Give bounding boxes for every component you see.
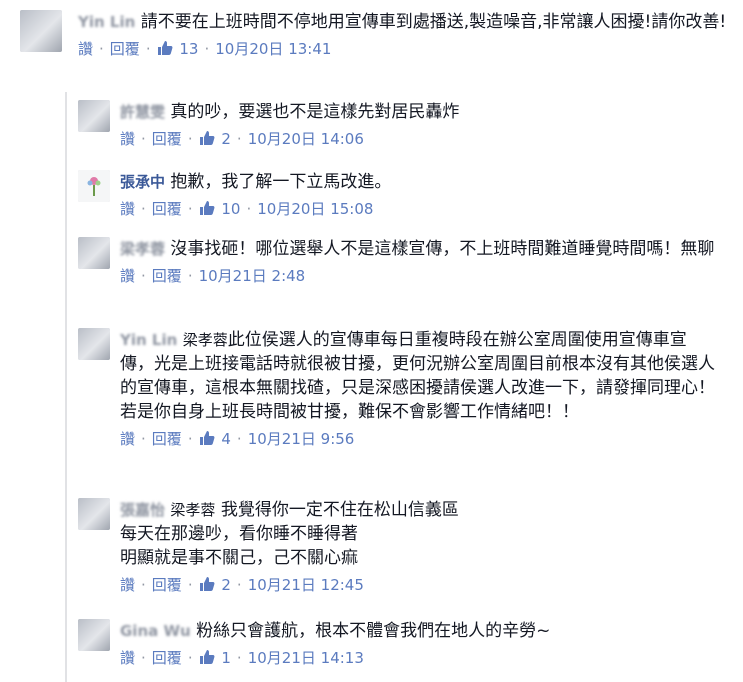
comment-actions: 讚 · 回覆 · 2 · 10月21日 12:45 xyxy=(120,574,364,595)
comment-thread: Yin Lin 請不要在上班時間不停地用宣傳車到處播送,製造噪音,非常讓人困擾!… xyxy=(0,0,743,682)
timestamp[interactable]: 10月20日 15:08 xyxy=(257,198,373,219)
comment-text-line: 明顯就是事不關己，己不關心痲 xyxy=(120,548,358,568)
comment-actions: 讚 · 回覆 · 13 · 10月20日 13:41 xyxy=(78,38,332,59)
like-button[interactable]: 讚 xyxy=(120,265,135,286)
thumbs-up-icon xyxy=(199,576,215,591)
comment-actions: 讚 · 回覆 · 10 · 10月20日 15:08 xyxy=(120,198,374,219)
reply-thread-line xyxy=(65,92,67,682)
avatar[interactable] xyxy=(20,10,62,52)
thumbs-up-icon xyxy=(199,649,215,664)
commenter-name[interactable]: 梁孝蓉 xyxy=(120,237,165,261)
comment-text: 抱歉，我了解一下立馬改進。 xyxy=(170,172,392,192)
reply-button[interactable]: 回覆 xyxy=(152,647,182,668)
like-count[interactable]: 2 xyxy=(199,576,231,594)
reply-button[interactable]: 回覆 xyxy=(152,428,182,449)
thumbs-up-icon xyxy=(199,130,215,145)
like-button[interactable]: 讚 xyxy=(120,198,135,219)
comment-actions: 讚 · 回覆 · 4 · 10月21日 9:56 xyxy=(120,428,355,449)
comment-actions: 讚 · 回覆 · 2 · 10月20日 14:06 xyxy=(120,128,364,149)
comment-text-line: 每天在那邊吵，看你睡不睡得著 xyxy=(120,524,358,544)
thumbs-up-icon xyxy=(157,40,173,55)
avatar[interactable] xyxy=(78,237,110,269)
commenter-name[interactable]: Gina Wu xyxy=(120,619,191,643)
avatar[interactable] xyxy=(78,100,110,132)
flower-icon xyxy=(87,177,101,196)
like-count[interactable]: 10 xyxy=(199,200,240,218)
reply-button[interactable]: 回覆 xyxy=(152,128,182,149)
like-count[interactable]: 2 xyxy=(199,130,231,148)
commenter-name[interactable]: Yin Lin xyxy=(120,328,177,352)
comment-text: 粉絲只會護航，根本不體會我們在地人的辛勞~ xyxy=(196,621,551,641)
avatar[interactable] xyxy=(78,328,110,360)
like-count[interactable]: 4 xyxy=(199,430,231,448)
comment-text: 請不要在上班時間不停地用宣傳車到處播送,製造噪音,非常讓人困擾!請你改善! xyxy=(140,12,727,32)
reply-button[interactable]: 回覆 xyxy=(152,574,182,595)
thumbs-up-icon xyxy=(199,200,215,215)
avatar[interactable] xyxy=(78,498,110,530)
reply-button[interactable]: 回覆 xyxy=(152,265,182,286)
timestamp[interactable]: 10月21日 2:48 xyxy=(199,265,306,286)
mention-link[interactable]: 梁孝蓉 xyxy=(183,328,228,352)
commenter-name[interactable]: 張嘉怡 xyxy=(120,498,165,522)
timestamp[interactable]: 10月21日 14:13 xyxy=(248,647,364,668)
comment-text: 沒事找砸！哪位選舉人不是這樣宣傳，不上班時間難道睡覺時間嗎！無聊 xyxy=(170,239,715,259)
comment-actions: 讚 · 回覆 · 10月21日 2:48 xyxy=(120,265,306,286)
avatar[interactable] xyxy=(78,619,110,651)
timestamp[interactable]: 10月21日 9:56 xyxy=(248,428,355,449)
thumbs-up-icon xyxy=(199,430,215,445)
comment-actions: 讚 · 回覆 · 1 · 10月21日 14:13 xyxy=(120,647,364,668)
like-button[interactable]: 讚 xyxy=(120,128,135,149)
comment-text: 我覺得你一定不住在松山信義區 xyxy=(220,500,459,520)
like-button[interactable]: 讚 xyxy=(120,428,135,449)
like-count[interactable]: 1 xyxy=(199,649,231,667)
timestamp[interactable]: 10月21日 12:45 xyxy=(248,574,364,595)
mention-link[interactable]: 梁孝蓉 xyxy=(170,498,215,522)
commenter-name[interactable]: Yin Lin xyxy=(78,10,135,34)
like-button[interactable]: 讚 xyxy=(78,38,93,59)
timestamp[interactable]: 10月20日 13:41 xyxy=(215,38,331,59)
commenter-name[interactable]: 張承中 xyxy=(120,170,165,194)
timestamp[interactable]: 10月20日 14:06 xyxy=(248,128,364,149)
comment-text: 真的吵，要選也不是這樣先對居民轟炸 xyxy=(170,102,460,122)
like-count[interactable]: 13 xyxy=(157,40,198,58)
commenter-name[interactable]: 許慧雯 xyxy=(120,100,165,124)
reply-button[interactable]: 回覆 xyxy=(152,198,182,219)
reply-button[interactable]: 回覆 xyxy=(110,38,140,59)
like-button[interactable]: 讚 xyxy=(120,574,135,595)
like-button[interactable]: 讚 xyxy=(120,647,135,668)
avatar[interactable] xyxy=(78,170,110,202)
